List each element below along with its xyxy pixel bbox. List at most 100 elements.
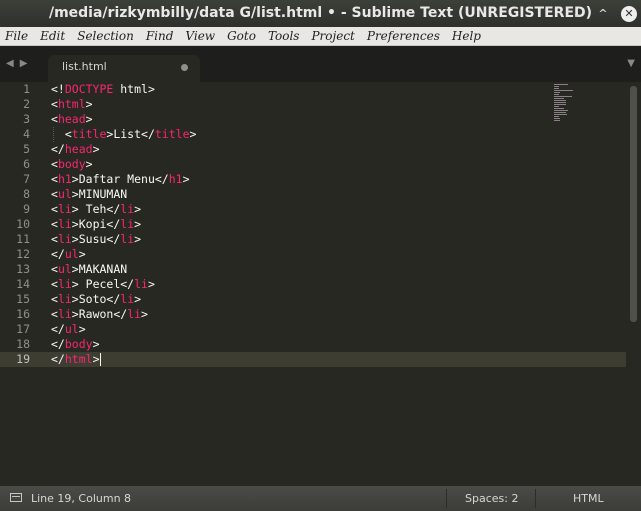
line-number: 8	[23, 187, 30, 201]
line-number: 10	[16, 217, 30, 231]
code-line[interactable]: 18 </body>	[0, 337, 626, 352]
menu-preferences[interactable]: Preferences	[361, 27, 446, 45]
indentation-setting[interactable]: Spaces: 2	[465, 486, 518, 511]
syntax-selector[interactable]: HTML	[573, 486, 604, 511]
minimap-row	[554, 108, 564, 109]
status-divider	[535, 489, 536, 508]
line-code[interactable]: <li>Soto</li>	[51, 292, 141, 307]
line-code[interactable]: <h1>Daftar Menu</h1>	[51, 172, 190, 187]
menu-tools[interactable]: Tools	[262, 27, 306, 45]
line-code[interactable]: <li> Pecel</li>	[51, 277, 155, 292]
line-number: 14	[16, 277, 30, 291]
line-number: 3	[23, 112, 30, 126]
minimap-row	[554, 102, 566, 103]
line-number: 11	[16, 232, 30, 246]
indent-guide	[53, 127, 55, 142]
code-line[interactable]: 11 <li>Susu</li>	[0, 232, 626, 247]
minimap-row	[554, 106, 559, 107]
code-lines[interactable]: 1 <!DOCTYPE html> 2 <html> 3 <head> 4 <title>L…	[0, 82, 626, 367]
menu-find[interactable]: Find	[140, 27, 180, 45]
line-number: 15	[16, 292, 30, 306]
menu-file[interactable]: File	[0, 27, 34, 45]
line-code[interactable]: </html>	[51, 352, 101, 367]
code-line[interactable]: 12 </ul>	[0, 247, 626, 262]
line-number: 13	[16, 262, 30, 276]
code-line[interactable]: 7 <h1>Daftar Menu</h1>	[0, 172, 626, 187]
line-code[interactable]: <li> Teh</li>	[51, 202, 141, 217]
line-code[interactable]: <li>Rawon</li>	[51, 307, 148, 322]
minimap-row	[554, 88, 560, 89]
tab-label: list.html	[62, 60, 107, 73]
code-line[interactable]: 2 <html>	[0, 97, 626, 112]
line-code[interactable]: </body>	[51, 337, 100, 352]
code-line[interactable]: 17 </ul>	[0, 322, 626, 337]
code-editor[interactable]: 1 <!DOCTYPE html> 2 <html> 3 <head> 4 <title>L…	[0, 82, 641, 486]
window-titlebar[interactable]: /media/rizkymbilly/data G/list.html • - …	[0, 0, 641, 27]
line-code[interactable]: <li>Kopi</li>	[51, 217, 141, 232]
minimize-icon[interactable]: ⌄	[569, 6, 585, 22]
line-number: 2	[23, 97, 30, 111]
line-code[interactable]: </ul>	[51, 322, 86, 337]
tab-nav-arrows-icon[interactable]: ◀▶	[6, 58, 33, 69]
window-controls: ⌄ ^ ✕	[569, 4, 637, 24]
minimap-row	[554, 90, 573, 91]
minimap-row	[554, 96, 572, 97]
menu-project[interactable]: Project	[305, 27, 360, 45]
menu-selection[interactable]: Selection	[71, 27, 140, 45]
line-code[interactable]: <li>Susu</li>	[51, 232, 141, 247]
code-line[interactable]: 5 </head>	[0, 142, 626, 157]
code-line[interactable]: 8 <ul>MINUMAN	[0, 187, 626, 202]
menu-bar: File Edit Selection Find View Goto Tools…	[0, 27, 641, 46]
vertical-scrollbar[interactable]	[626, 82, 641, 486]
line-code[interactable]: <ul>MINUMAN	[51, 187, 127, 202]
code-line[interactable]: 13 <ul>MAKANAN	[0, 262, 626, 277]
code-line[interactable]: 4 <title>List</title>	[0, 127, 626, 142]
minimap[interactable]	[554, 84, 576, 122]
close-icon[interactable]: ✕	[621, 6, 637, 22]
window-title: /media/rizkymbilly/data G/list.html • - …	[48, 5, 593, 21]
line-code[interactable]: <title>List</title>	[51, 127, 197, 142]
tab-dropdown-icon[interactable]: ▼	[627, 58, 635, 69]
line-code[interactable]: <head>	[51, 112, 93, 127]
code-line[interactable]: 3 <head>	[0, 112, 626, 127]
code-line[interactable]: 6 <body>	[0, 157, 626, 172]
code-line[interactable]: 14 <li> Pecel</li>	[0, 277, 626, 292]
menu-edit[interactable]: Edit	[34, 27, 71, 45]
minimap-row	[554, 86, 560, 87]
minimap-row	[554, 92, 561, 93]
minimap-row	[554, 112, 566, 113]
code-line[interactable]: 16 <li>Rawon</li>	[0, 307, 626, 322]
line-number: 5	[23, 142, 30, 156]
unsaved-dot-icon[interactable]	[181, 64, 188, 71]
tab-list-html[interactable]: list.html	[48, 55, 200, 82]
line-number: 6	[23, 157, 30, 171]
line-code[interactable]: <html>	[51, 97, 93, 112]
minimap-row	[554, 118, 561, 119]
menu-goto[interactable]: Goto	[221, 27, 262, 45]
line-code[interactable]: <body>	[51, 157, 93, 172]
minimap-row	[554, 84, 568, 85]
line-number: 1	[23, 82, 30, 96]
line-number: 16	[16, 307, 30, 321]
line-code[interactable]: </head>	[51, 142, 100, 157]
text-cursor	[99, 353, 101, 366]
menu-help[interactable]: Help	[446, 27, 487, 45]
line-code[interactable]: <ul>MAKANAN	[51, 262, 127, 277]
code-line[interactable]: 1 <!DOCTYPE html>	[0, 82, 626, 97]
scrollbar-thumb[interactable]	[630, 86, 637, 322]
line-number: 7	[23, 172, 30, 186]
code-line[interactable]: 9 <li> Teh</li>	[0, 202, 626, 217]
cursor-position: Line 19, Column 8	[31, 492, 132, 505]
line-number: 12	[16, 247, 30, 261]
status-divider	[446, 489, 447, 508]
code-line[interactable]: 10 <li>Kopi</li>	[0, 217, 626, 232]
line-code[interactable]: <!DOCTYPE html>	[51, 82, 155, 97]
minimap-row	[554, 94, 560, 95]
code-line[interactable]: 19 </html>	[0, 352, 626, 367]
minimap-row	[554, 100, 566, 101]
code-line[interactable]: 15 <li>Soto</li>	[0, 292, 626, 307]
menu-view[interactable]: View	[179, 27, 221, 45]
panel-toggle-icon[interactable]	[10, 493, 22, 502]
line-code[interactable]: </ul>	[51, 247, 86, 262]
restore-icon[interactable]: ^	[595, 6, 611, 22]
